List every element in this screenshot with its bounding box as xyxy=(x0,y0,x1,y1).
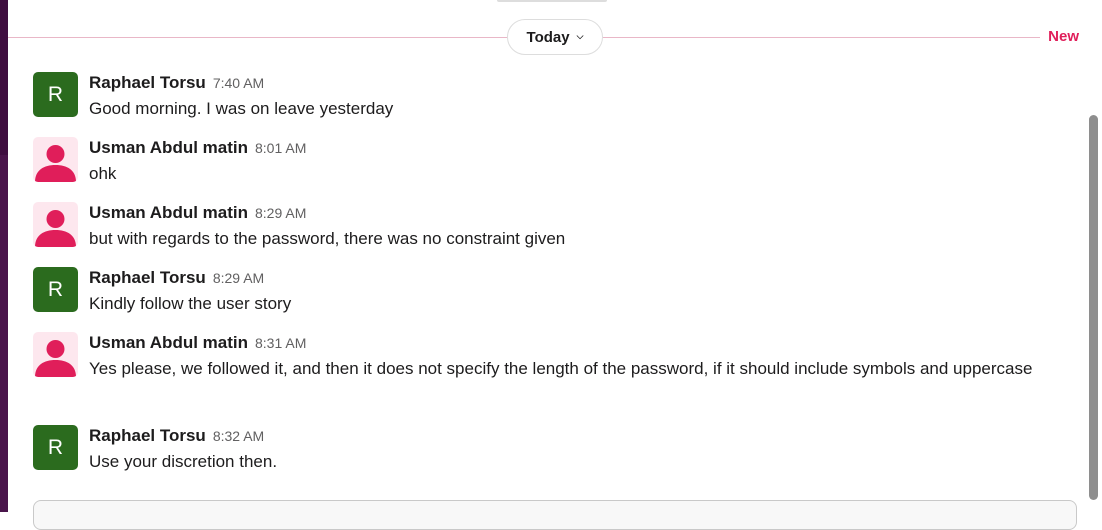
scrollbar[interactable] xyxy=(1087,0,1102,512)
avatar-initial: R xyxy=(47,435,64,459)
message-timestamp[interactable]: 8:01 AM xyxy=(255,140,306,156)
default-user-icon xyxy=(35,145,76,182)
avatar[interactable]: R xyxy=(33,425,78,470)
avatar-initial: R xyxy=(47,277,64,301)
sender-name[interactable]: Raphael Torsu xyxy=(89,268,206,287)
avatar-initial: R xyxy=(47,82,64,106)
message-text: Kindly follow the user story xyxy=(89,294,292,313)
message-text: Yes please, we followed it, and then it … xyxy=(89,359,1033,378)
message-timestamp[interactable]: 8:29 AM xyxy=(213,270,264,286)
avatar[interactable]: R xyxy=(33,72,78,117)
message-timestamp[interactable]: 8:31 AM xyxy=(255,335,306,351)
message-text: Use your discretion then. xyxy=(89,452,278,471)
avatar[interactable]: R xyxy=(33,267,78,312)
avatar[interactable] xyxy=(33,202,78,247)
message-timestamp[interactable]: 8:29 AM xyxy=(255,205,306,221)
avatar[interactable] xyxy=(33,332,78,377)
sender-name[interactable]: Usman Abdul matin xyxy=(89,333,248,352)
message-text: but with regards to the password, there … xyxy=(89,229,566,248)
sender-name[interactable]: Usman Abdul matin xyxy=(89,138,248,157)
default-user-icon xyxy=(35,340,76,377)
sender-name[interactable]: Raphael Torsu xyxy=(89,73,206,92)
scrollbar-thumb[interactable] xyxy=(1089,115,1098,500)
message-text: Good morning. I was on leave yesterday xyxy=(89,99,394,118)
sender-name[interactable]: Usman Abdul matin xyxy=(89,203,248,222)
avatar[interactable] xyxy=(33,137,78,182)
message-text: ohk xyxy=(89,164,117,183)
message-timestamp[interactable]: 8:32 AM xyxy=(213,428,264,444)
message-composer[interactable] xyxy=(33,500,1077,530)
sender-name[interactable]: Raphael Torsu xyxy=(89,426,206,445)
message-list: R Raphael Torsu 7:40 AM Good morning. I w… xyxy=(0,0,1086,512)
default-user-icon xyxy=(35,210,76,247)
message-timestamp[interactable]: 7:40 AM xyxy=(213,75,264,91)
